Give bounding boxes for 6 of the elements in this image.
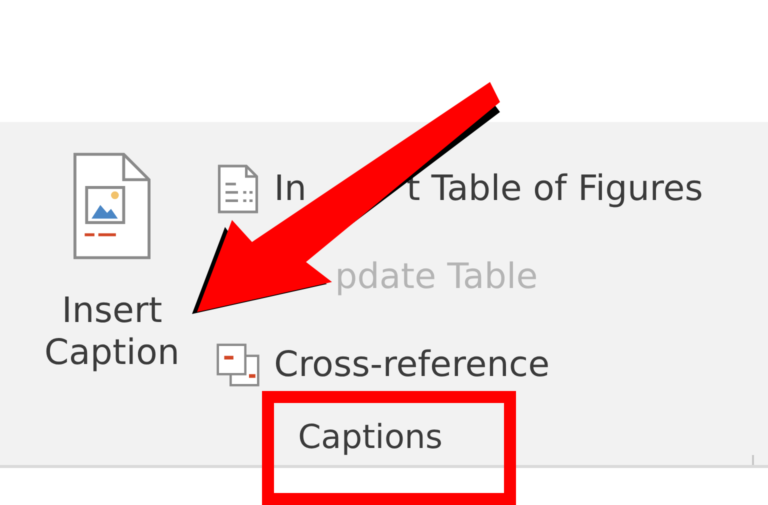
document-list-icon [216,164,260,214]
insert-caption-button[interactable]: Insert Caption [12,152,212,402]
picture-document-icon [73,152,151,260]
button-label[interactable]: Cross-reference [274,345,550,385]
group-label: Captions [298,417,443,456]
button-label[interactable]: In [274,169,307,209]
